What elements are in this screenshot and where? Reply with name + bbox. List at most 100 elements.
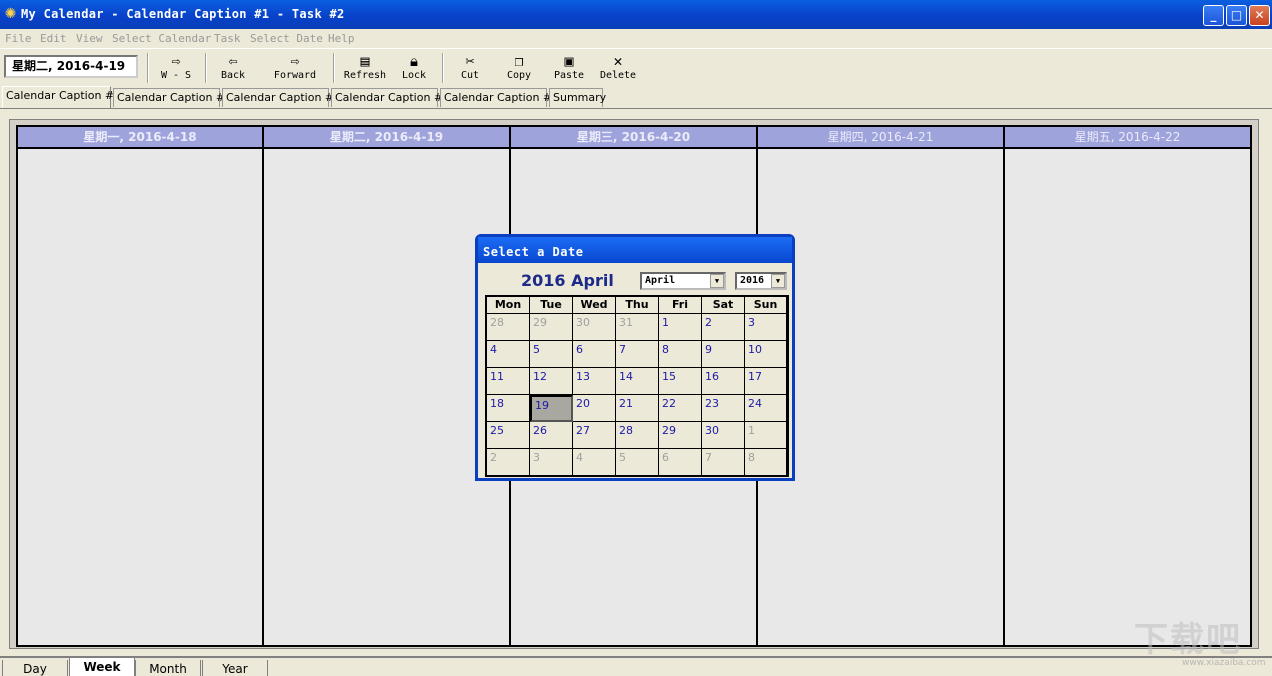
tab-calendar-caption-4[interactable]: Calendar Caption #4 <box>331 88 438 107</box>
calendar-day-cell[interactable]: 12 <box>530 368 573 395</box>
calendar-day-cell[interactable]: 9 <box>702 341 745 368</box>
calendar-day-cell[interactable]: 11 <box>487 368 530 395</box>
calendar-day-cell[interactable]: 6 <box>659 449 702 476</box>
tab-summary[interactable]: Summary <box>549 88 603 107</box>
tab-month[interactable]: Month <box>135 660 201 676</box>
back-button[interactable]: ⇦ Back <box>214 52 252 84</box>
delete-icon: ✕ <box>597 52 639 70</box>
day-header[interactable]: 星期五, 2016-4-22 <box>1005 127 1250 149</box>
chevron-down-icon[interactable]: ▼ <box>771 274 785 288</box>
calendar-day-cell[interactable]: 28 <box>487 314 530 341</box>
toolbar-separator <box>442 53 444 83</box>
calendar-day-cell[interactable]: 5 <box>616 449 659 476</box>
tab-calendar-caption-3[interactable]: Calendar Caption #3 <box>222 88 329 107</box>
calendar-day-cell[interactable]: 22 <box>659 395 702 422</box>
calendar-grid: MonTueWedThuFriSatSun2829303112345678910… <box>485 295 789 477</box>
lock-button[interactable]: 🔒︎ Lock <box>396 52 432 84</box>
calendar-day-cell[interactable]: 4 <box>487 341 530 368</box>
month-select[interactable]: April ▼ <box>640 272 726 290</box>
toolbar: 星期二, 2016-4-19 ⇨ W - S ⇦ Back ▼ ⇨ Forwar… <box>0 48 1272 86</box>
menu-help[interactable]: Help <box>328 32 355 45</box>
tab-calendar-caption-1[interactable]: Calendar Caption #1 <box>2 86 111 108</box>
calendar-day-cell[interactable]: 23 <box>702 395 745 422</box>
weekday-header: Thu <box>616 297 659 314</box>
calendar-tabs: Calendar Caption #1 Calendar Caption #2 … <box>0 86 1272 108</box>
dialog-title: Select a Date <box>478 237 792 263</box>
delete-button[interactable]: ✕ Delete <box>597 52 639 84</box>
cut-button[interactable]: ✂ Cut <box>452 52 488 84</box>
calendar-day-cell[interactable]: 1 <box>745 422 787 449</box>
tab-calendar-caption-5[interactable]: Calendar Caption #5 <box>440 88 547 107</box>
calendar-day-cell[interactable]: 29 <box>659 422 702 449</box>
calendar-day-cell[interactable]: 2 <box>702 314 745 341</box>
copy-icon: ❐ <box>500 52 538 70</box>
day-header[interactable]: 星期一, 2016-4-18 <box>18 127 262 149</box>
close-button[interactable]: ✕ <box>1249 5 1270 26</box>
paste-button[interactable]: ▣ Paste <box>549 52 589 84</box>
toolbar-separator <box>147 53 149 83</box>
minimize-button[interactable]: _ <box>1203 5 1224 26</box>
tab-year[interactable]: Year <box>202 660 268 676</box>
day-column-monday[interactable]: 星期一, 2016-4-18 <box>16 125 264 647</box>
calendar-day-cell[interactable]: 30 <box>573 314 616 341</box>
calendar-day-cell[interactable]: 2 <box>487 449 530 476</box>
calendar-day-cell[interactable]: 18 <box>487 395 530 422</box>
day-column-tuesday[interactable]: 星期二, 2016-4-19 <box>262 125 511 647</box>
calendar-day-cell[interactable]: 30 <box>702 422 745 449</box>
menu-view[interactable]: View <box>76 32 103 45</box>
calendar-day-cell[interactable]: 7 <box>702 449 745 476</box>
calendar-day-cell[interactable]: 3 <box>530 449 573 476</box>
calendar-day-cell[interactable]: 28 <box>616 422 659 449</box>
weekday-header: Fri <box>659 297 702 314</box>
menu-edit[interactable]: Edit <box>40 32 67 45</box>
paste-icon: ▣ <box>549 52 589 70</box>
calendar-day-cell[interactable]: 17 <box>745 368 787 395</box>
calendar-day-cell[interactable]: 25 <box>487 422 530 449</box>
refresh-button[interactable]: ▤ Refresh <box>340 52 390 84</box>
calendar-day-cell[interactable]: 3 <box>745 314 787 341</box>
chevron-down-icon[interactable]: ▼ <box>710 274 724 288</box>
calendar-day-cell[interactable]: 8 <box>659 341 702 368</box>
month-year-heading: 2016 April <box>521 271 614 290</box>
calendar-day-cell[interactable]: 5 <box>530 341 573 368</box>
calendar-day-cell[interactable]: 13 <box>573 368 616 395</box>
select-date-dialog: Select a Date 2016 April April ▼ 2016 ▼ … <box>475 234 795 481</box>
day-column-friday[interactable]: 星期五, 2016-4-22 <box>1003 125 1252 647</box>
week-switch-button[interactable]: ⇨ W - S <box>156 52 196 84</box>
calendar-day-cell[interactable]: 16 <box>702 368 745 395</box>
calendar-day-cell[interactable]: 20 <box>573 395 616 422</box>
calendar-day-cell[interactable]: 31 <box>616 314 659 341</box>
day-header[interactable]: 星期二, 2016-4-19 <box>264 127 509 149</box>
current-date-field[interactable]: 星期二, 2016-4-19 <box>4 55 138 78</box>
calendar-day-cell[interactable]: 7 <box>616 341 659 368</box>
weekday-header: Sun <box>745 297 787 314</box>
tab-day[interactable]: Day <box>2 660 68 676</box>
tab-week[interactable]: Week <box>69 658 135 676</box>
forward-button[interactable]: ⇨ Forward <box>270 52 320 84</box>
calendar-day-cell[interactable]: 10 <box>745 341 787 368</box>
calendar-day-cell[interactable]: 6 <box>573 341 616 368</box>
calendar-day-cell[interactable]: 1 <box>659 314 702 341</box>
menu-file[interactable]: File <box>5 32 32 45</box>
calendar-day-cell[interactable]: 19 <box>530 395 573 422</box>
calendar-day-cell[interactable]: 8 <box>745 449 787 476</box>
menu-select-date[interactable]: Select Date <box>250 32 323 45</box>
menu-select-calendar[interactable]: Select Calendar <box>112 32 211 45</box>
year-select[interactable]: 2016 ▼ <box>735 272 787 290</box>
calendar-day-cell[interactable]: 15 <box>659 368 702 395</box>
day-header[interactable]: 星期三, 2016-4-20 <box>511 127 756 149</box>
calendar-day-cell[interactable]: 27 <box>573 422 616 449</box>
calendar-day-cell[interactable]: 26 <box>530 422 573 449</box>
menu-task[interactable]: Task <box>214 32 241 45</box>
title-bar: ✺ My Calendar - Calendar Caption #1 - Ta… <box>0 0 1272 29</box>
calendar-day-cell[interactable]: 21 <box>616 395 659 422</box>
copy-button[interactable]: ❐ Copy <box>500 52 538 84</box>
calendar-day-cell[interactable]: 24 <box>745 395 787 422</box>
tab-calendar-caption-2[interactable]: Calendar Caption #2 <box>113 88 220 107</box>
calendar-day-cell[interactable]: 29 <box>530 314 573 341</box>
watermark-url: www.xiazaiba.com <box>1182 658 1266 668</box>
calendar-day-cell[interactable]: 14 <box>616 368 659 395</box>
day-header[interactable]: 星期四, 2016-4-21 <box>758 127 1003 149</box>
maximize-button[interactable]: □ <box>1226 5 1247 26</box>
calendar-day-cell[interactable]: 4 <box>573 449 616 476</box>
